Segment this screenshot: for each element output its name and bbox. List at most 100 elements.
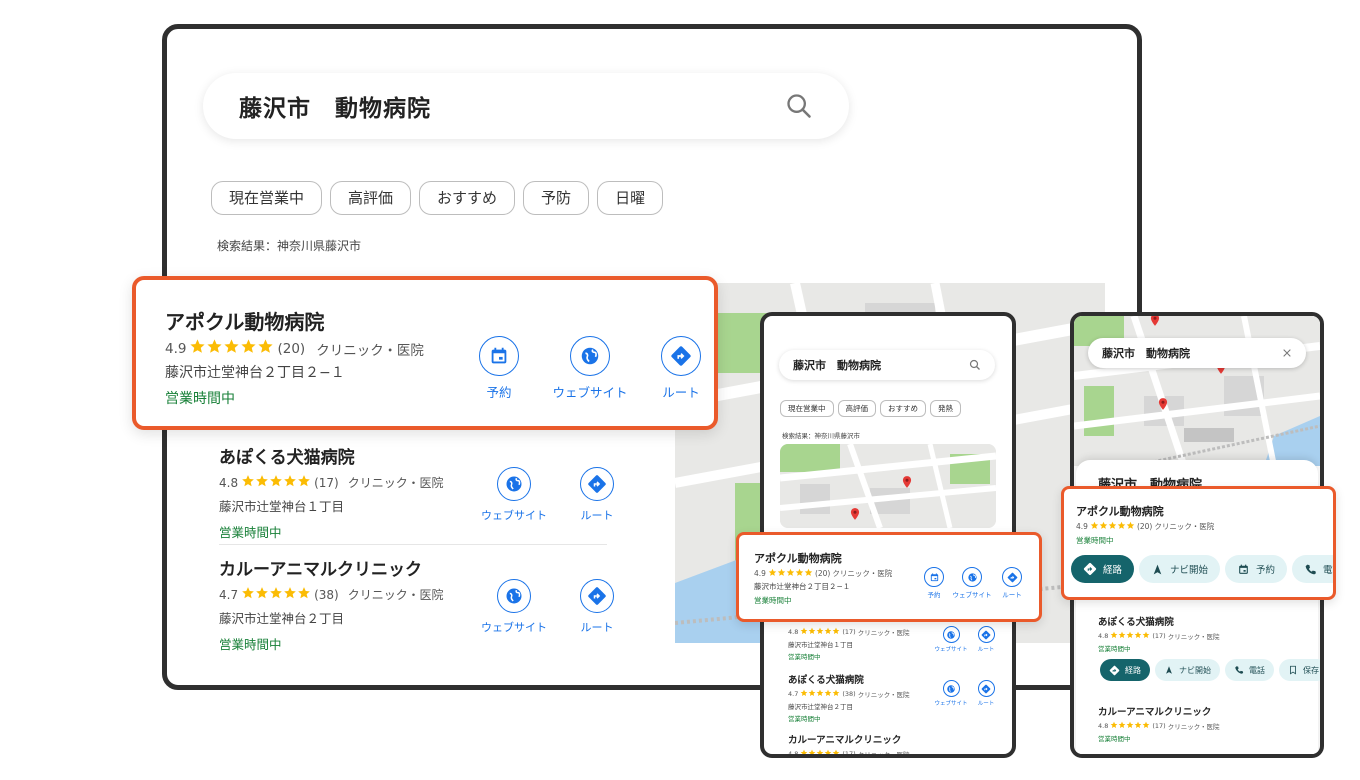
close-icon[interactable] — [1282, 348, 1292, 358]
navigation-arrow-icon — [1164, 665, 1174, 675]
search-bar[interactable]: 藤沢市 動物病院 — [1088, 338, 1306, 368]
call-pill[interactable]: 電話 — [1292, 555, 1333, 583]
directions-icon — [670, 345, 692, 367]
review-count: (17) — [314, 475, 339, 490]
navigate-label: ナビ開始 — [1179, 665, 1211, 675]
website-button-ring — [570, 336, 610, 376]
website-button[interactable]: ウェブサイト — [932, 680, 970, 707]
website-button[interactable]: ウェブサイト — [949, 567, 995, 599]
result-item[interactable]: カルーアニマルクリニック 4.8 (17) クリニック・医院 営業時間中 — [1098, 704, 1308, 743]
chip-recommended[interactable]: おすすめ — [880, 400, 926, 417]
star-icon — [800, 689, 808, 697]
search-bar[interactable]: 藤沢市 動物病院 — [203, 73, 849, 139]
chip-prevention[interactable]: 予防 — [523, 181, 590, 215]
website-label: ウェブサイト — [952, 591, 992, 599]
search-bar[interactable]: 藤沢市 動物病院 — [779, 350, 995, 380]
star-icon — [283, 474, 297, 488]
chip-fever[interactable]: 発熱 — [930, 400, 961, 417]
navigate-pill[interactable]: ナビ開始 — [1155, 659, 1220, 681]
route-button-ring — [580, 467, 614, 501]
star-icon — [824, 689, 832, 697]
chip-top-rated[interactable]: 高評価 — [837, 400, 876, 417]
website-label: ウェブサイト — [934, 647, 968, 653]
globe-icon — [579, 345, 601, 367]
result-item[interactable]: カルーアニマルクリニック 4.8 (17) クリニック・医院 — [788, 732, 998, 758]
reserve-button[interactable]: 予約 — [461, 336, 537, 401]
star-icon — [257, 338, 274, 355]
reserve-pill[interactable]: 予約 — [1225, 555, 1288, 583]
route-button[interactable]: ルート — [643, 336, 719, 401]
website-button[interactable]: ウェブサイト — [545, 336, 635, 401]
result-category: クリニック・医院 — [857, 691, 910, 699]
featured-result-card[interactable]: アポクル動物病院 4.9 (20) クリニック・医院 営業時間中 経路 ナビ開始… — [1061, 486, 1336, 600]
route-button[interactable]: ルート — [569, 579, 625, 635]
directions-icon — [981, 684, 991, 694]
website-button[interactable]: ウェブサイト — [477, 579, 551, 635]
route-button[interactable]: ルート — [569, 467, 625, 523]
result-item[interactable]: あぽくる犬猫病院 4.8 (17) クリニック・医院 藤沢市辻堂神台１丁目 営業… — [219, 443, 614, 553]
chip-open-now[interactable]: 現在営業中 — [211, 181, 323, 215]
rating-value: 4.9 — [165, 340, 187, 357]
result-meta: 4.8 (17) クリニック・医院 — [788, 749, 998, 758]
reserve-button[interactable]: 予約 — [921, 567, 947, 599]
search-region: 検索結果：神奈川県藤沢市 — [217, 239, 362, 253]
directions-icon — [1007, 572, 1018, 583]
featured-result-card[interactable]: アポクル動物病院 4.9 (20) クリニック・医院 藤沢市辻堂神台２丁目２−１… — [736, 532, 1042, 622]
result-category: クリニック・医院 — [1167, 633, 1220, 641]
chip-recommended[interactable]: おすすめ — [419, 181, 516, 215]
star-icon — [808, 627, 816, 635]
star-icon — [1126, 521, 1135, 530]
star-icon — [824, 749, 832, 757]
map-graphic — [780, 444, 996, 528]
search-icon[interactable] — [785, 92, 813, 120]
star-icon — [804, 568, 813, 577]
website-button[interactable]: ウェブサイト — [477, 467, 551, 523]
route-button[interactable]: ルート — [997, 567, 1027, 599]
chip-top-rated[interactable]: 高評価 — [330, 181, 412, 215]
rating-stars — [189, 338, 274, 359]
star-icon — [832, 689, 840, 697]
directions-pill[interactable]: 経路 — [1100, 659, 1150, 681]
search-icon[interactable] — [969, 359, 981, 371]
rating-value: 4.8 — [219, 475, 239, 490]
featured-hours: 営業時間中 — [754, 596, 792, 605]
star-icon — [240, 338, 257, 355]
star-icon — [1118, 721, 1126, 729]
rating-value: 4.8 — [788, 750, 799, 758]
reserve-label: 予約 — [1256, 565, 1276, 576]
star-icon — [255, 586, 269, 600]
result-item[interactable]: あぽくる犬猫病院 4.7 (38) クリニック・医院 藤沢市辻堂神台２丁目 営業… — [788, 672, 998, 723]
phone-icon — [1304, 563, 1317, 576]
calendar-icon — [1237, 563, 1250, 576]
save-pill[interactable]: 保存 — [1279, 659, 1320, 681]
result-item[interactable]: 4.8 (17) クリニック・医院 藤沢市辻堂神台１丁目 営業時間中 ウェブサイ… — [788, 624, 998, 661]
website-button[interactable]: ウェブサイト — [932, 626, 970, 653]
featured-address: 藤沢市辻堂神台２丁目２−１ — [165, 365, 345, 381]
chip-open-now[interactable]: 現在営業中 — [780, 400, 834, 417]
save-label: 保存 — [1303, 665, 1319, 675]
call-pill[interactable]: 電話 — [1225, 659, 1274, 681]
result-action-pills: 経路 ナビ開始 電話 保存 — [1100, 659, 1320, 681]
rating-value: 4.8 — [1098, 632, 1109, 640]
navigate-pill[interactable]: ナビ開始 — [1139, 555, 1221, 583]
route-label: ルート — [977, 647, 995, 653]
filter-chips: 現在営業中 高評価 おすすめ 予防 日曜 — [211, 181, 664, 215]
featured-result-card[interactable]: アポクル動物病院 4.9 (20) クリニック・医院 藤沢市辻堂神台２丁目２−１… — [132, 276, 718, 430]
star-icon — [1118, 631, 1126, 639]
result-item[interactable]: あぽくる犬猫病院 4.8 (17) クリニック・医院 営業時間中 — [1098, 614, 1308, 653]
directions-pill[interactable]: 経路 — [1071, 555, 1135, 583]
website-button-ring — [497, 579, 531, 613]
star-icon — [800, 627, 808, 635]
result-hours: 営業時間中 — [788, 715, 821, 723]
route-button[interactable]: ルート — [974, 680, 998, 707]
result-item[interactable]: カルーアニマルクリニック 4.7 (38) クリニック・医院 藤沢市辻堂神台２丁… — [219, 555, 614, 665]
rating-value: 4.9 — [754, 569, 766, 578]
result-category: クリニック・医院 — [347, 476, 444, 490]
star-icon — [1134, 631, 1142, 639]
chip-sunday[interactable]: 日曜 — [597, 181, 664, 215]
directions-label: 経路 — [1103, 565, 1123, 576]
featured-meta: 4.9 (20) クリニック・医院 — [754, 568, 892, 579]
route-button[interactable]: ルート — [974, 626, 998, 653]
star-icon — [1090, 521, 1099, 530]
map[interactable] — [780, 444, 996, 528]
